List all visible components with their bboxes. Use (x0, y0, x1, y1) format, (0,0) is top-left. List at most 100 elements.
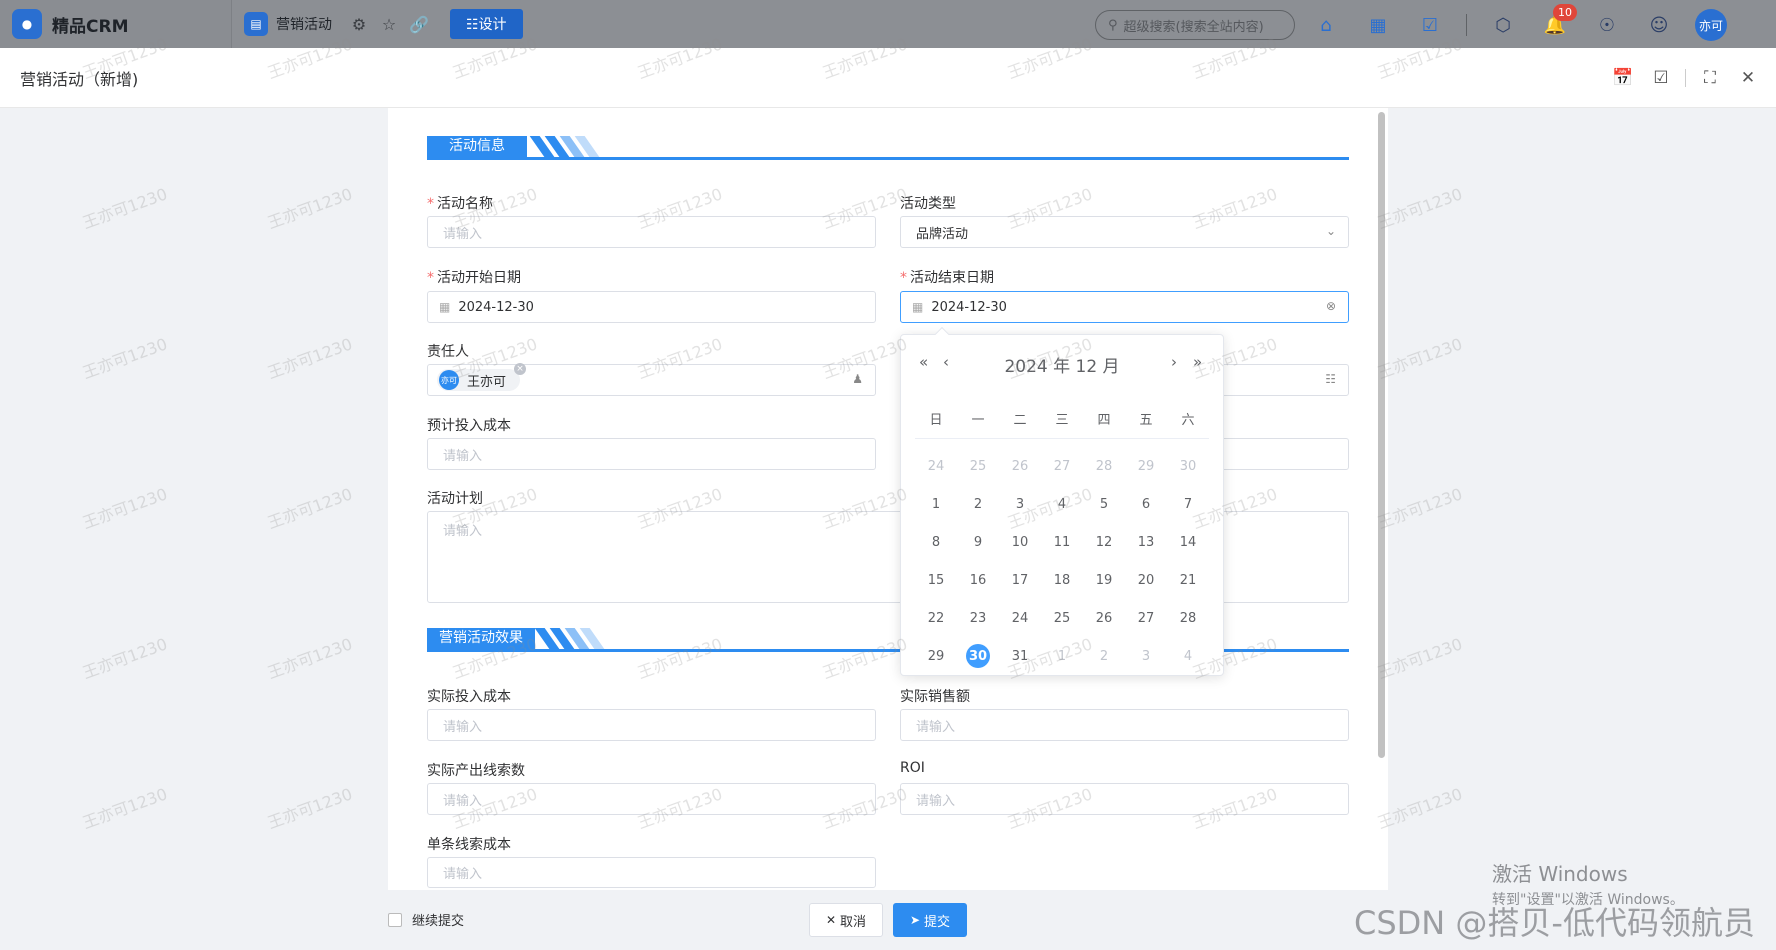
calendar-day[interactable]: 2 (957, 485, 999, 523)
page-header: 营销活动（新增) 📅 ☑ ⛶ ✕ (0, 48, 1776, 108)
selected-day[interactable]: 30 (957, 637, 999, 675)
fullscreen-icon[interactable]: ⛶ (1696, 64, 1724, 92)
calendar-day[interactable]: 3 (1125, 637, 1167, 675)
chevron-down-icon: ⌄ (1325, 224, 1336, 238)
calendar-day[interactable]: 8 (915, 523, 957, 561)
calendar-day[interactable]: 25 (957, 447, 999, 485)
brand[interactable]: ● 精品CRM (0, 0, 232, 48)
calendar-day[interactable]: 16 (957, 561, 999, 599)
calendar-day[interactable]: 15 (915, 561, 957, 599)
picker-header: « ‹ 2024 年 12 月 › » (901, 349, 1223, 379)
next-year-icon[interactable]: » (1193, 353, 1202, 371)
calendar-day[interactable]: 1 (915, 485, 957, 523)
department-input[interactable]: ☷ (1220, 364, 1349, 396)
calendar-day[interactable]: 1 (1041, 637, 1083, 675)
link-icon[interactable]: 🔗 (404, 9, 434, 39)
calendar-day[interactable]: 10 (999, 523, 1041, 561)
calendar-day[interactable]: 18 (1041, 561, 1083, 599)
clear-icon[interactable]: ⊗ (1326, 299, 1336, 313)
calendar-day[interactable]: 13 (1125, 523, 1167, 561)
brand-name: 精品CRM (52, 16, 129, 37)
calendar-day[interactable]: 22 (915, 599, 957, 637)
activity-name-input[interactable]: 请输入 (427, 216, 876, 248)
apps-icon[interactable]: ▦ (1362, 10, 1394, 40)
calendar-day[interactable]: 26 (1083, 599, 1125, 637)
calendar-day[interactable]: 7 (1167, 485, 1209, 523)
support-icon[interactable]: ☺ (1643, 10, 1675, 40)
calendar-day[interactable]: 12 (1083, 523, 1125, 561)
calendar-day[interactable]: 6 (1125, 485, 1167, 523)
calendar-day[interactable]: 19 (1083, 561, 1125, 599)
org-chart-icon[interactable]: ☷ (1325, 372, 1336, 386)
calendar-day[interactable]: 28 (1083, 447, 1125, 485)
remove-icon[interactable]: × (514, 363, 527, 375)
calendar-day[interactable]: 23 (957, 599, 999, 637)
calendar-day[interactable]: 27 (1125, 599, 1167, 637)
home-icon[interactable]: ⌂ (1310, 10, 1342, 40)
calendar-day[interactable]: 24 (999, 599, 1041, 637)
calendar-day[interactable]: 17 (999, 561, 1041, 599)
calendar-day[interactable]: 9 (957, 523, 999, 561)
close-icon[interactable]: ✕ (1734, 64, 1762, 92)
next-month-icon[interactable]: › (1171, 353, 1177, 371)
page-title: 营销活动（新增) (20, 69, 139, 89)
actual-leads-input[interactable]: 请输入 (427, 783, 876, 815)
estimated-cost-input[interactable]: 请输入 (427, 438, 876, 470)
actual-cost-input[interactable]: 请输入 (427, 709, 876, 741)
weekday-label: 一 (971, 413, 985, 428)
continue-label[interactable]: 继续提交 (412, 910, 464, 929)
calendar-day[interactable]: 27 (1041, 447, 1083, 485)
calendar-day[interactable]: 3 (999, 485, 1041, 523)
calendar-day[interactable]: 25 (1041, 599, 1083, 637)
search-input[interactable]: ⚲ 超级搜索(搜索全站内容) (1095, 10, 1295, 40)
star-icon[interactable]: ☆ (374, 9, 404, 39)
calendar-day[interactable]: 24 (915, 447, 957, 485)
app-tab[interactable]: ▤ 营销活动 (244, 12, 332, 36)
search-icon: ⚲ (1108, 17, 1118, 33)
calendar-day[interactable]: 2 (1083, 637, 1125, 675)
watermark-text: 王亦可1230 (79, 334, 170, 383)
compass-icon[interactable]: ☉ (1591, 10, 1623, 40)
bell-icon[interactable]: 🔔 10 (1539, 4, 1577, 40)
calendar-day[interactable]: 4 (1041, 485, 1083, 523)
section-stripes (534, 628, 607, 649)
start-date-label: * 活动开始日期 (427, 270, 521, 286)
section-title: 营销活动效果 (427, 628, 535, 649)
owner-chip: 亦可 王亦可 × (437, 363, 527, 391)
scrollbar[interactable] (1378, 112, 1385, 758)
actual-sales-input[interactable]: 请输入 (900, 709, 1349, 741)
calendar-day[interactable]: 21 (1167, 561, 1209, 599)
start-date-input[interactable]: ▦ 2024-12-30 (427, 291, 876, 323)
hexagon-icon[interactable]: ⬡ (1487, 10, 1519, 40)
task-check-icon[interactable]: ☑ (1414, 10, 1446, 40)
gear-icon[interactable]: ⚙ (344, 9, 374, 39)
hidden-field-input[interactable] (1220, 438, 1349, 470)
weekday-label: 日 (929, 413, 943, 428)
design-button[interactable]: ☷设计 (450, 9, 523, 39)
submit-button[interactable]: ➤ 提交 (893, 903, 967, 937)
calendar-day[interactable]: 5 (1083, 485, 1125, 523)
owner-input[interactable]: 亦可 王亦可 × ♟ (427, 363, 876, 396)
end-date-input[interactable]: ▦ 2024-12-30 ⊗ (900, 291, 1349, 323)
user-icon[interactable]: ♟ (852, 372, 863, 386)
calendar-day[interactable]: 4 (1167, 637, 1209, 675)
roi-input[interactable]: 请输入 (900, 783, 1349, 815)
checkbox-icon[interactable]: ☑ (1647, 64, 1675, 92)
calendar-day[interactable]: 30 (1167, 447, 1209, 485)
cancel-label: 取消 (840, 914, 867, 930)
cost-per-lead-input[interactable]: 请输入 (427, 857, 876, 888)
activity-type-select[interactable]: 品牌活动 ⌄ (900, 216, 1349, 248)
calendar-day[interactable]: 20 (1125, 561, 1167, 599)
calendar-day[interactable]: 26 (999, 447, 1041, 485)
calendar-day[interactable]: 29 (1125, 447, 1167, 485)
cancel-button[interactable]: ✕ 取消 (809, 903, 883, 937)
calendar-day[interactable]: 28 (1167, 599, 1209, 637)
calendar-icon[interactable]: 📅 (1609, 64, 1637, 92)
calendar-day[interactable]: 29 (915, 637, 957, 675)
calendar-day[interactable]: 31 (999, 637, 1041, 675)
continue-checkbox[interactable] (388, 913, 402, 927)
header-actions: 📅 ☑ ⛶ ✕ (1599, 64, 1762, 92)
calendar-day[interactable]: 11 (1041, 523, 1083, 561)
user-avatar[interactable]: 亦可 (1695, 9, 1727, 41)
calendar-day[interactable]: 14 (1167, 523, 1209, 561)
